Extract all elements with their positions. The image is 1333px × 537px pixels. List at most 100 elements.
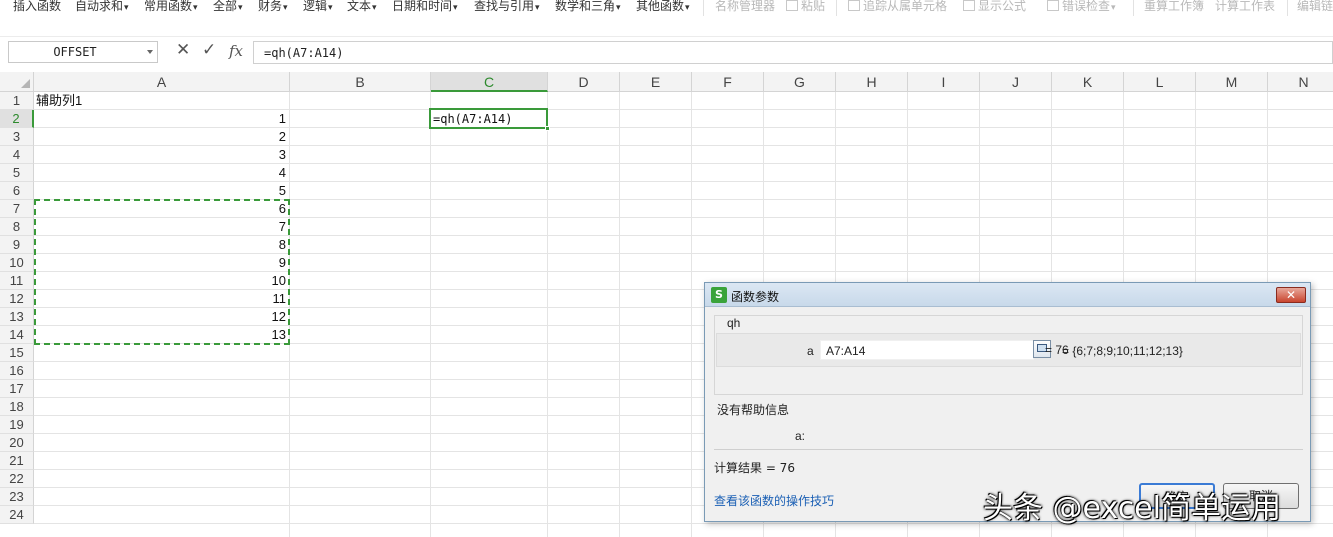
chevron-down-icon: ▾ (283, 3, 288, 13)
ribbon-item-4[interactable]: 财务▾ (258, 0, 288, 14)
cell-a2[interactable]: 1 (36, 110, 286, 128)
ribbon-item-17[interactable]: 计算工作表 (1215, 0, 1275, 14)
ribbon-item-label: 其他函数 (636, 0, 685, 13)
ribbon-item-label: 计算工作表 (1215, 0, 1276, 13)
dialog-title-bar[interactable]: S 函数参数 ✕ (705, 283, 1310, 307)
ribbon-item-18[interactable]: 编辑链 (1297, 0, 1333, 14)
ribbon-item-9[interactable]: 数学和三角▾ (555, 0, 621, 14)
ribbon-item-14[interactable]: 显示公式 (963, 0, 1026, 14)
column-header-d[interactable]: D (548, 72, 620, 92)
row-header-1[interactable]: 1 (0, 92, 34, 110)
row-header-21[interactable]: 21 (0, 452, 34, 470)
row-header-22[interactable]: 22 (0, 470, 34, 488)
row-header-18[interactable]: 18 (0, 398, 34, 416)
cell-a5[interactable]: 4 (36, 164, 286, 182)
ribbon-item-label: 粘贴 (801, 0, 826, 13)
ribbon-item-0[interactable]: 插入函数 (13, 0, 61, 14)
wps-logo-icon: S (711, 287, 727, 303)
formula-input[interactable]: =qh(A7:A14) (253, 41, 1333, 64)
cancel-icon[interactable]: ✕ (176, 40, 190, 60)
ribbon-item-1[interactable]: 自动求和▾ (75, 0, 129, 14)
grid-vline (691, 92, 692, 537)
column-header-l[interactable]: L (1124, 72, 1196, 92)
row-header-6[interactable]: 6 (0, 182, 34, 200)
ribbon-item-11[interactable]: 名称管理器 (715, 0, 775, 14)
cell-a6[interactable]: 5 (36, 182, 286, 200)
column-header-g[interactable]: G (764, 72, 836, 92)
row-header-11[interactable]: 11 (0, 272, 34, 290)
column-header-j[interactable]: J (980, 72, 1052, 92)
fill-handle[interactable] (545, 126, 550, 131)
column-header-b[interactable]: B (290, 72, 431, 92)
row-header-7[interactable]: 7 (0, 200, 34, 218)
row-header-9[interactable]: 9 (0, 236, 34, 254)
chevron-down-icon: ▾ (616, 3, 621, 13)
argument-result: = {6;7;8;9;10;11;12;13} (1062, 344, 1183, 358)
ribbon-item-15[interactable]: 错误检查▾ (1047, 0, 1116, 14)
row-header-14[interactable]: 14 (0, 326, 34, 344)
ribbon-separator (1133, 0, 1134, 16)
name-box[interactable]: OFFSET (8, 41, 158, 63)
ribbon-item-10[interactable]: 其他函数▾ (636, 0, 690, 14)
row-header-5[interactable]: 5 (0, 164, 34, 182)
column-header-c[interactable]: C (431, 72, 548, 92)
column-header-i[interactable]: I (908, 72, 980, 92)
ribbon-item-12[interactable]: 粘贴 (786, 0, 825, 14)
chevron-down-icon: ▾ (1111, 3, 1116, 13)
chevron-down-icon: ▾ (372, 3, 377, 13)
dialog-title: 函数参数 (731, 290, 780, 304)
column-header-n[interactable]: N (1268, 72, 1333, 92)
cell-a1[interactable]: 辅助列1 (36, 92, 286, 110)
column-header-f[interactable]: F (692, 72, 764, 92)
ribbon-item-16[interactable]: 重算工作簿 (1144, 0, 1204, 14)
row-header-12[interactable]: 12 (0, 290, 34, 308)
function-tips-link[interactable]: 查看该函数的操作技巧 (714, 492, 834, 509)
ribbon-separator (836, 0, 837, 16)
calculation-result: 计算结果 = 76 (714, 461, 795, 475)
column-header-e[interactable]: E (620, 72, 692, 92)
cell-a3[interactable]: 2 (36, 128, 286, 146)
ribbon-item-label: 名称管理器 (715, 0, 776, 13)
ribbon-item-icon (1047, 0, 1059, 11)
row-header-13[interactable]: 13 (0, 308, 34, 326)
column-header-m[interactable]: M (1196, 72, 1268, 92)
ribbon-item-label: 文本 (347, 0, 372, 13)
function-result: = 76 (1045, 343, 1069, 357)
row-header-3[interactable]: 3 (0, 128, 34, 146)
close-button[interactable]: ✕ (1276, 287, 1306, 303)
row-header-23[interactable]: 23 (0, 488, 34, 506)
column-header-h[interactable]: H (836, 72, 908, 92)
ribbon-item-6[interactable]: 文本▾ (347, 0, 377, 14)
chevron-down-icon: ▾ (328, 3, 333, 13)
row-header-8[interactable]: 8 (0, 218, 34, 236)
row-header-17[interactable]: 17 (0, 380, 34, 398)
ribbon-item-label: 显示公式 (978, 0, 1027, 13)
argument-input[interactable]: A7:A14 (820, 340, 1034, 360)
select-all-corner[interactable] (0, 72, 34, 92)
chevron-down-icon[interactable] (147, 50, 153, 54)
ribbon-item-5[interactable]: 逻辑▾ (303, 0, 333, 14)
column-header-a[interactable]: A (34, 72, 290, 92)
ribbon-item-2[interactable]: 常用函数▾ (144, 0, 198, 14)
row-header-16[interactable]: 16 (0, 362, 34, 380)
insert-function-icon[interactable]: fx (229, 41, 243, 61)
row-header-4[interactable]: 4 (0, 146, 34, 164)
ribbon-item-icon (848, 0, 860, 11)
divider (714, 449, 1303, 450)
no-help-text: 没有帮助信息 (717, 403, 790, 417)
cell-a4[interactable]: 3 (36, 146, 286, 164)
row-header-15[interactable]: 15 (0, 344, 34, 362)
confirm-icon[interactable]: ✓ (202, 40, 216, 60)
ribbon-item-7[interactable]: 日期和时间▾ (392, 0, 458, 14)
ribbon-item-8[interactable]: 查找与引用▾ (474, 0, 540, 14)
row-header-2[interactable]: 2 (0, 110, 34, 128)
grid-vline (547, 92, 548, 537)
ribbon-item-13[interactable]: 追踪从属单元格 (848, 0, 947, 14)
watermark: 头条 @excel简单运用 (983, 491, 1281, 526)
row-header-10[interactable]: 10 (0, 254, 34, 272)
row-header-24[interactable]: 24 (0, 506, 34, 524)
column-header-k[interactable]: K (1052, 72, 1124, 92)
ribbon-item-3[interactable]: 全部▾ (213, 0, 243, 14)
row-header-20[interactable]: 20 (0, 434, 34, 452)
row-header-19[interactable]: 19 (0, 416, 34, 434)
